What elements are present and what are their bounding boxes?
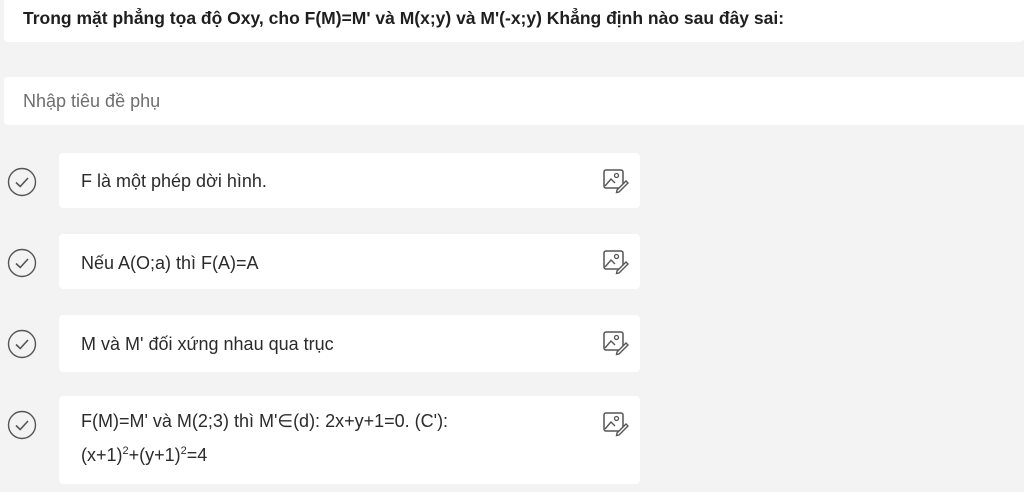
option-2-card[interactable]: Nếu A(O;a) thì F(A)=A	[59, 234, 640, 289]
option-2-text[interactable]: Nếu A(O;a) thì F(A)=A	[81, 253, 259, 274]
option-3-check-icon[interactable]	[7, 329, 37, 359]
option-4-check-icon[interactable]	[7, 410, 37, 440]
option-3-text[interactable]: M và M' đối xứng nhau qua trục	[81, 334, 334, 355]
option-1-insert-image-icon[interactable]	[600, 165, 630, 195]
option-4-line-1: F(M)=M' và M(2;3) thì M'∈(d): 2x+y+1=0. …	[81, 411, 449, 431]
option-1-card[interactable]: F là một phép dời hình.	[59, 153, 640, 208]
question-header[interactable]: Trong mặt phẳng tọa độ Oxy, cho F(M)=M' …	[4, 0, 1024, 42]
option-3-card[interactable]: M và M' đối xứng nhau qua trục	[59, 315, 640, 372]
option-4-term-c: =4	[186, 445, 208, 465]
option-4-insert-image-icon[interactable]	[600, 408, 630, 438]
option-2-check-icon[interactable]	[7, 248, 37, 278]
option-4-card[interactable]: F(M)=M' và M(2;3) thì M'∈(d): 2x+y+1=0. …	[59, 396, 640, 484]
option-3-insert-image-icon[interactable]	[600, 327, 630, 357]
option-4-line-2: (x+1)2+(y+1)2=4	[81, 436, 561, 470]
option-1-check-icon[interactable]	[7, 167, 37, 197]
subtitle-input[interactable]: Nhập tiêu đề phụ	[4, 77, 1024, 125]
option-2-insert-image-icon[interactable]	[600, 246, 630, 276]
question-title[interactable]: Trong mặt phẳng tọa độ Oxy, cho F(M)=M' …	[23, 8, 784, 29]
option-4-term-b: +(y+1)	[128, 445, 181, 465]
option-4-term-a: (x+1)	[81, 445, 123, 465]
option-4-text[interactable]: F(M)=M' và M(2;3) thì M'∈(d): 2x+y+1=0. …	[81, 406, 561, 470]
option-1-text[interactable]: F là một phép dời hình.	[81, 171, 267, 192]
